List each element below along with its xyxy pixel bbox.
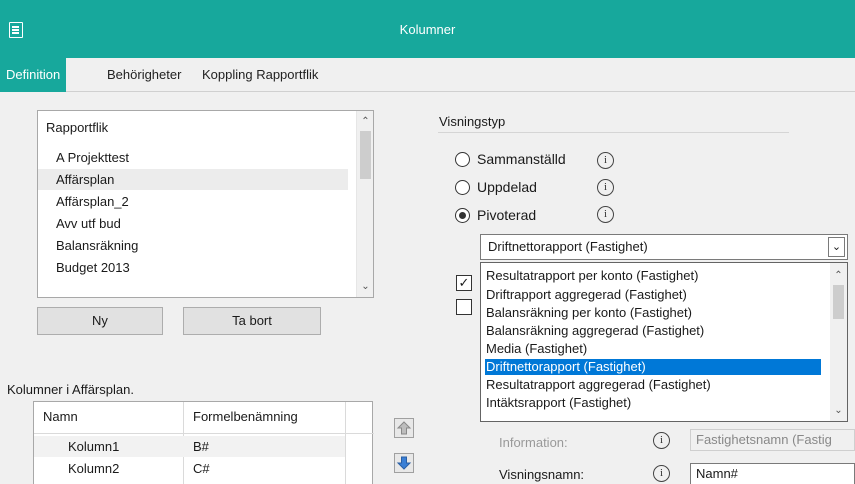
- info-icon[interactable]: i: [597, 206, 614, 223]
- rapportflik-scrollbar[interactable]: ⌃ ⌄: [356, 111, 373, 297]
- visningstyp-label: Visningstyp: [439, 114, 506, 129]
- arrow-up-icon: [396, 421, 412, 435]
- info-icon[interactable]: i: [653, 465, 670, 482]
- rapportflik-header: Rapportflik: [46, 120, 109, 135]
- header-divider: [34, 433, 374, 434]
- kolumner-grid[interactable]: Namn Formelbenämning Kolumn1 B# Kolumn2 …: [33, 401, 374, 484]
- dropdown-scrollbar[interactable]: ⌃ ⌄: [830, 263, 847, 421]
- checkbox-1[interactable]: ✓: [456, 275, 472, 291]
- report-dropdown-list[interactable]: Resultatrapport per konto (Fastighet) Dr…: [480, 262, 848, 422]
- dropdown-item[interactable]: Balansräkning per konto (Fastighet): [485, 305, 821, 321]
- visningsnamn-label: Visningsnamn:: [499, 467, 585, 482]
- list-item[interactable]: Avv utf bud: [38, 213, 356, 234]
- chevron-up-icon[interactable]: ⌃: [357, 113, 374, 130]
- report-combobox-value: Driftnettorapport (Fastighet): [488, 239, 648, 254]
- dropdown-item[interactable]: Resultatrapport per konto (Fastighet): [485, 268, 821, 284]
- dropdown-item[interactable]: Intäktsrapport (Fastighet): [485, 395, 821, 411]
- report-combobox[interactable]: Driftnettorapport (Fastighet) ⌄: [480, 234, 848, 260]
- scroll-thumb[interactable]: [833, 285, 844, 319]
- chevron-down-icon[interactable]: ⌄: [357, 278, 374, 295]
- tab-behorigheter[interactable]: Behörigheter: [101, 58, 187, 92]
- group-divider: [438, 132, 789, 133]
- tab-definition[interactable]: Definition: [0, 58, 67, 92]
- move-down-button[interactable]: [394, 453, 414, 473]
- radio-uppdelad[interactable]: [455, 180, 470, 195]
- dropdown-item[interactable]: Driftrapport aggregerad (Fastighet): [485, 287, 821, 303]
- rapportflik-list[interactable]: Rapportflik A Projekttest Affärsplan Aff…: [37, 110, 374, 298]
- definition-panel: Rapportflik A Projekttest Affärsplan Aff…: [0, 92, 855, 484]
- column-header-namn[interactable]: Namn: [43, 409, 78, 424]
- chevron-down-icon[interactable]: ⌄: [828, 237, 845, 257]
- column-header-formel[interactable]: Formelbenämning: [193, 409, 298, 424]
- info-icon[interactable]: i: [597, 179, 614, 196]
- dropdown-item-selected[interactable]: Driftnettorapport (Fastighet): [485, 359, 821, 375]
- cell-namn: Kolumn1: [68, 439, 120, 454]
- radio-label-sammanstalld[interactable]: Sammanställd: [477, 151, 566, 167]
- tab-bar: Definition Behörigheter Koppling Rapport…: [0, 58, 855, 92]
- list-item[interactable]: Affärsplan_2: [38, 191, 356, 212]
- list-item[interactable]: Affärsplan: [38, 169, 348, 190]
- info-icon[interactable]: i: [653, 432, 670, 449]
- tab-koppling-rapportflik[interactable]: Koppling Rapportflik: [196, 58, 324, 92]
- cell-namn: Kolumn2: [68, 461, 120, 476]
- radio-sammanstalld[interactable]: [455, 152, 470, 167]
- information-label: Information:: [499, 435, 568, 450]
- checkbox-2[interactable]: [456, 299, 472, 315]
- dropdown-item[interactable]: Resultatrapport aggregerad (Fastighet): [485, 377, 821, 393]
- chevron-down-icon[interactable]: ⌄: [830, 402, 847, 419]
- table-row[interactable]: Kolumn2 C#: [34, 458, 345, 479]
- list-item[interactable]: A Projekttest: [38, 147, 356, 168]
- dropdown-item[interactable]: Media (Fastighet): [485, 341, 821, 357]
- title-bar: Kolumner: [0, 0, 855, 58]
- move-up-button[interactable]: [394, 418, 414, 438]
- kolumner-caption: Kolumner i Affärsplan.: [7, 382, 134, 397]
- table-row[interactable]: Kolumn1 B#: [34, 436, 345, 457]
- scroll-thumb[interactable]: [360, 131, 371, 179]
- info-icon[interactable]: i: [597, 152, 614, 169]
- column-divider: [345, 402, 346, 484]
- radio-pivoterad[interactable]: [455, 208, 470, 223]
- list-item[interactable]: Balansräkning: [38, 235, 356, 256]
- cell-formel: B#: [193, 439, 209, 454]
- chevron-up-icon[interactable]: ⌃: [830, 267, 847, 284]
- list-item[interactable]: Budget 2013: [38, 257, 356, 278]
- window-title: Kolumner: [399, 22, 456, 37]
- arrow-down-icon: [396, 456, 412, 470]
- radio-label-pivoterad[interactable]: Pivoterad: [477, 207, 536, 223]
- delete-button[interactable]: Ta bort: [183, 307, 321, 335]
- dropdown-item[interactable]: Balansräkning aggregerad (Fastighet): [485, 323, 821, 339]
- radio-label-uppdelad[interactable]: Uppdelad: [477, 179, 537, 195]
- information-field: Fastighetsnamn (Fastig: [690, 429, 855, 451]
- cell-formel: C#: [193, 461, 210, 476]
- visningsnamn-field[interactable]: Namn#: [690, 463, 855, 484]
- new-button[interactable]: Ny: [37, 307, 163, 335]
